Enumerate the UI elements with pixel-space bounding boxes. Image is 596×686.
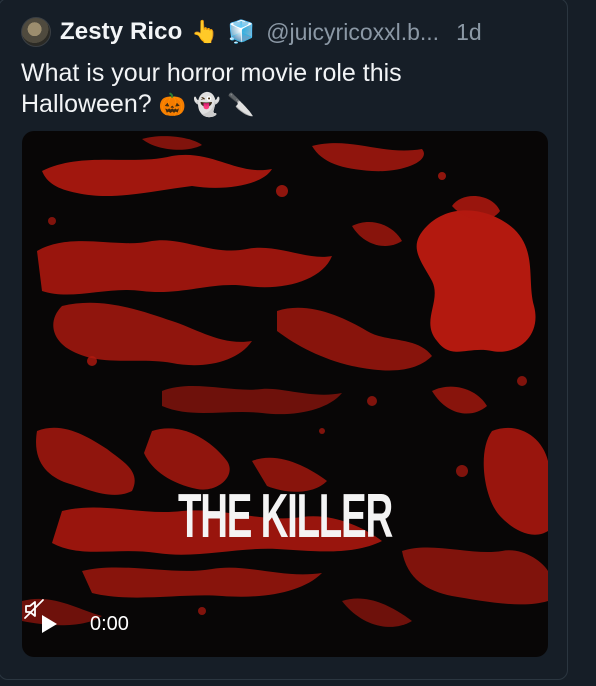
- post-header: Zesty Rico 👆 🧊 @juicyricoxxl.b... 1d: [21, 17, 482, 47]
- post-text-line-2-words: Halloween?: [21, 90, 152, 118]
- ghost-emoji-icon: 👻: [192, 92, 221, 117]
- user-handle[interactable]: @juicyricoxxl.b...: [266, 19, 439, 46]
- pointing-up-emoji-icon: 👆: [191, 19, 219, 44]
- video-title-overlay: THE KILLER: [178, 482, 393, 551]
- ice-cube-emoji-icon: 🧊: [227, 19, 256, 44]
- muted-speaker-icon[interactable]: [22, 597, 46, 621]
- video-controls: 0:00: [22, 597, 548, 657]
- avatar[interactable]: [21, 17, 51, 47]
- video-time: 0:00: [90, 613, 129, 635]
- blood-splatter-artwork: [22, 136, 548, 627]
- post-text-line-1: What is your horror movie role this: [21, 59, 402, 87]
- display-name[interactable]: Zesty Rico: [60, 18, 182, 46]
- jack-o-lantern-emoji-icon: 🎃: [158, 92, 186, 117]
- post-timestamp[interactable]: 1d: [456, 19, 482, 46]
- knife-emoji-icon: 🔪: [227, 92, 255, 117]
- post-text-line-2: Halloween? 🎃 👻 🔪: [21, 89, 541, 120]
- post-text: What is your horror movie role this Hall…: [21, 58, 541, 120]
- video-player[interactable]: THE KILLER 0:00: [22, 131, 548, 657]
